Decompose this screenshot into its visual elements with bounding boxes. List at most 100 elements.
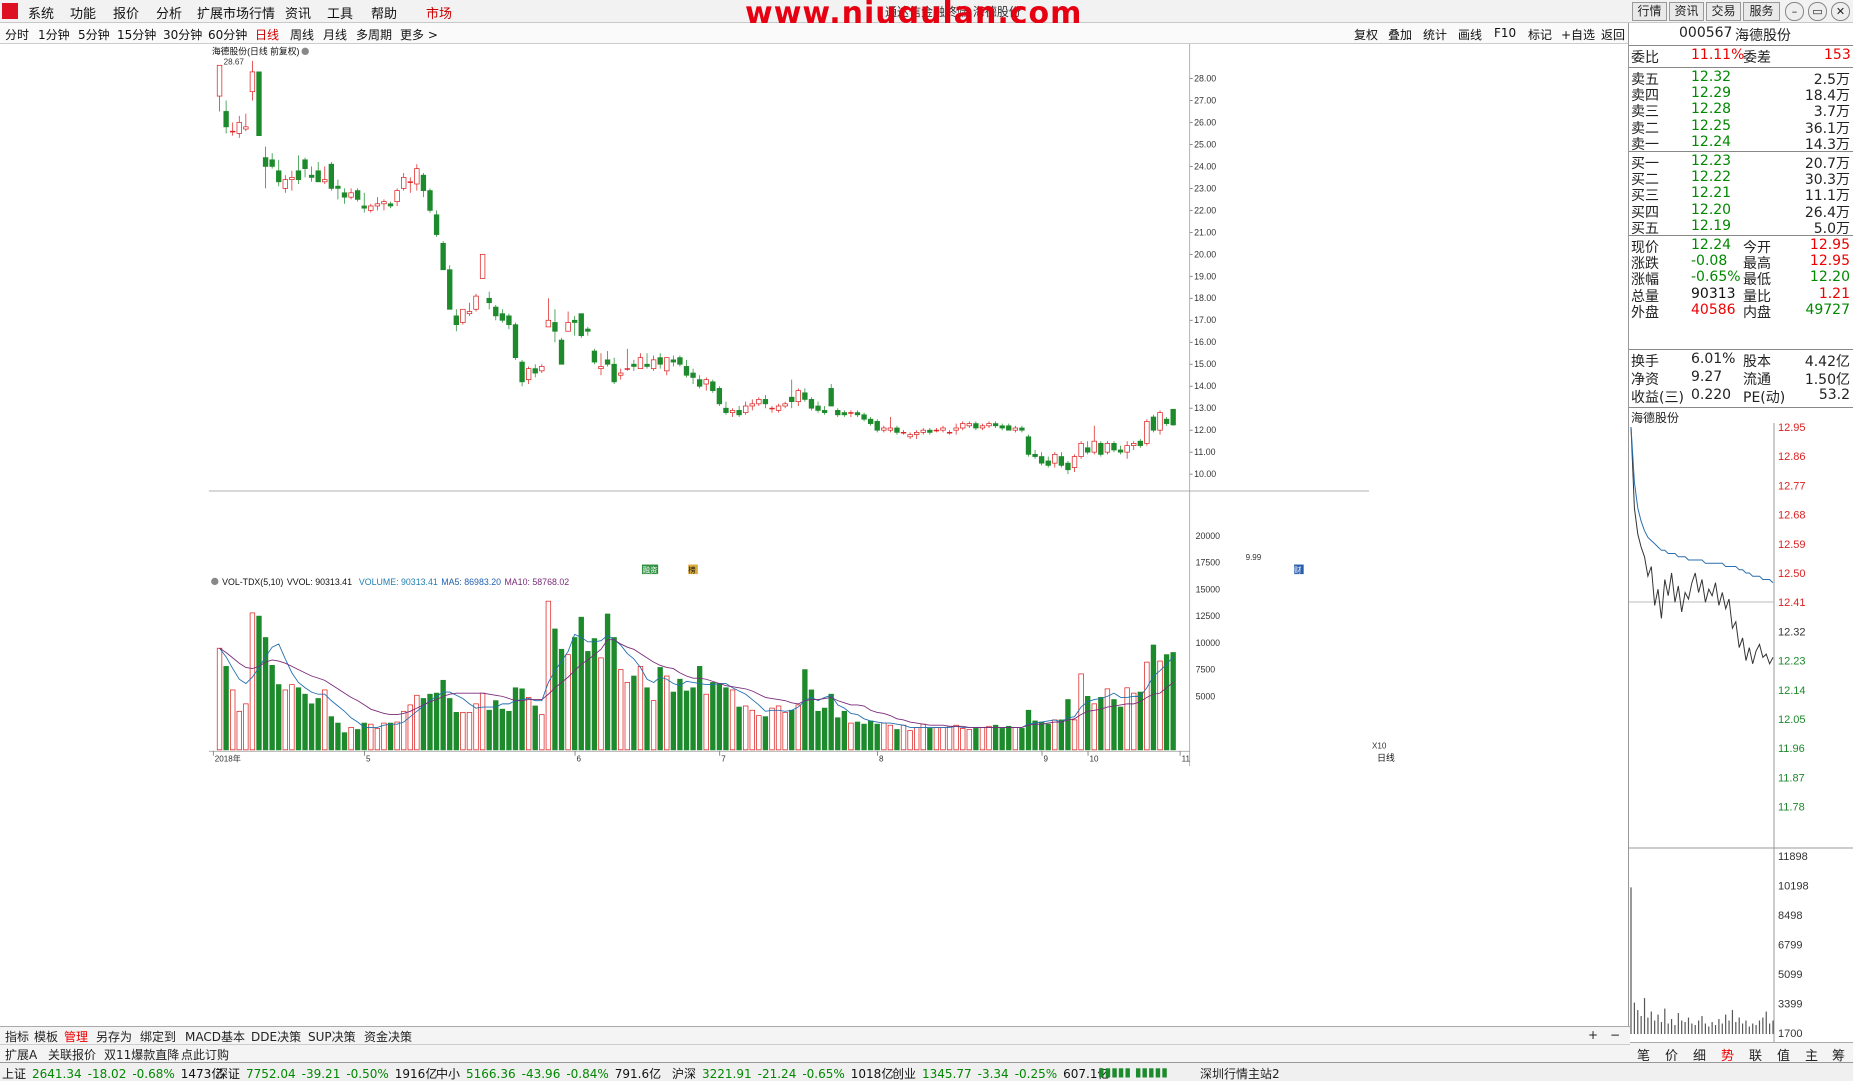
candle-body <box>979 425 986 429</box>
toolbar-f10-button[interactable]: F10 <box>1494 26 1516 40</box>
tab-sup[interactable]: SUP决策 <box>308 1028 356 1045</box>
candlestick-chart[interactable]: 28.00 27.00 26.00 25.00 24.00 23.00 22.00 21.00… <box>0 44 1578 766</box>
menu-item-quote[interactable]: 报价 <box>113 3 139 22</box>
zoom-in-icon[interactable]: + <box>1588 1028 1598 1042</box>
candle-body <box>927 429 933 433</box>
price-tick-label: 25.00 <box>1194 139 1216 149</box>
candle-body <box>992 423 999 427</box>
period-tab-daily[interactable]: 日线 <box>255 26 279 43</box>
index-quote-4[interactable]: 创业 1345.77 -3.34 -0.25% 607.1亿 <box>892 1065 1116 1082</box>
toolbar-add-watchlist-button[interactable]: +自选 <box>1561 26 1595 43</box>
volume-bar <box>841 710 848 751</box>
close-icon[interactable]: ✕ <box>1831 2 1850 21</box>
volume-settings-icon[interactable] <box>211 577 219 586</box>
weibi-label: 委比 <box>1631 50 1659 66</box>
mini-volume-tick: 5099 <box>1778 969 1802 981</box>
price-tick-label: 24.00 <box>1194 161 1216 171</box>
top-button-service[interactable]: 服务 <box>1743 2 1780 21</box>
menu-item-extended-market[interactable]: 扩展市场行情 <box>197 3 275 22</box>
tab-subscribe[interactable]: 点此订购 <box>181 1046 229 1063</box>
candle-body <box>867 418 874 424</box>
toolbar-fuquan-button[interactable]: 复权 <box>1354 26 1378 43</box>
fundamental-label: 换手 <box>1631 354 1659 370</box>
index-quote-3[interactable]: 沪深 3221.91 -21.24 -0.65% 1018亿 <box>672 1065 899 1082</box>
toolbar-overlay-button[interactable]: 叠加 <box>1388 26 1412 43</box>
menu-item-function[interactable]: 功能 <box>70 3 96 22</box>
candle-body <box>223 111 229 128</box>
period-tab-multi[interactable]: 多周期 <box>356 26 392 43</box>
toolbar-stats-button[interactable]: 统计 <box>1423 26 1447 43</box>
volume-bar <box>670 691 677 751</box>
server-name[interactable]: 深圳行情主站2 <box>1200 1065 1280 1082</box>
order-price: 12.29 <box>1691 85 1732 102</box>
tab-indicator[interactable]: 指标 <box>5 1028 29 1045</box>
price-tick-label: 27.00 <box>1194 95 1216 105</box>
fundamental-value: 0.220 <box>1691 387 1732 403</box>
fundamental-label: 流通 <box>1743 372 1771 388</box>
minimize-icon[interactable]: – <box>1785 2 1804 21</box>
period-tab-weekly[interactable]: 周线 <box>290 26 314 43</box>
tab-bind[interactable]: 绑定到 <box>140 1028 176 1045</box>
toolbar-draw-button[interactable]: 画线 <box>1458 26 1482 43</box>
weicha-value: 153 <box>1824 47 1851 63</box>
candles-layer <box>216 60 1176 475</box>
menu-item-analysis[interactable]: 分析 <box>156 3 182 22</box>
index-value: 5166.36 <box>466 1067 516 1081</box>
volume-bar <box>979 726 986 751</box>
chart-settings-icon[interactable] <box>301 47 309 56</box>
top-button-trade[interactable]: 交易 <box>1706 2 1741 21</box>
menu-item-news[interactable]: 资讯 <box>285 3 311 22</box>
index-quote-0[interactable]: 上证 2641.34 -18.02 -0.68% 1473亿 <box>2 1065 229 1082</box>
tab-extend-a[interactable]: 扩展A <box>5 1046 37 1063</box>
volume-bar <box>243 703 249 751</box>
period-tab-5min[interactable]: 5分钟 <box>78 26 110 43</box>
volume-bar <box>736 706 742 751</box>
sell-row[interactable]: 卖一 12.24 14.3万 <box>1629 134 1853 153</box>
candle-body <box>473 295 479 310</box>
intraday-mini-chart[interactable]: 12.95 12.86 12.77 12.68 12.59 12.50 12.41 12.32… <box>1629 423 1853 1042</box>
date-tick-label: 9 <box>1043 755 1048 764</box>
tab-dde[interactable]: DDE决策 <box>251 1028 301 1045</box>
toolbar-back-button[interactable]: 返回 <box>1601 26 1625 43</box>
period-tab-60min[interactable]: 60分钟 <box>208 26 247 43</box>
period-tab-1min[interactable]: 1分钟 <box>38 26 70 43</box>
candle-body <box>690 372 696 378</box>
stat-value: 12.20 <box>1809 269 1850 286</box>
marker-margin-label: 融资 <box>643 566 658 575</box>
period-tab-intraday[interactable]: 分时 <box>5 26 29 43</box>
tab-template[interactable]: 模板 <box>34 1028 58 1045</box>
period-tab-15min[interactable]: 15分钟 <box>117 26 156 43</box>
index-quote-2[interactable]: 中小 5166.36 -43.96 -0.84% 791.6亿 <box>436 1065 667 1082</box>
volume-bar <box>1012 726 1019 751</box>
tab-related-quote[interactable]: 关联报价 <box>48 1046 96 1063</box>
top-button-quote[interactable]: 行情 <box>1632 2 1667 21</box>
restore-icon[interactable]: ▭ <box>1808 2 1827 21</box>
candle-body <box>802 392 808 400</box>
period-tab-more[interactable]: 更多 > <box>400 26 438 43</box>
tab-manage[interactable]: 管理 <box>64 1028 88 1045</box>
tab-macd[interactable]: MACD基本 <box>185 1028 245 1045</box>
tab-fund[interactable]: 资金决策 <box>364 1028 412 1045</box>
volume-bar <box>519 688 525 751</box>
index-quote-1[interactable]: 深证 7752.04 -39.21 -0.50% 1916亿 <box>216 1065 443 1082</box>
tab-promo[interactable]: 双11爆款直降 <box>104 1046 179 1063</box>
period-tab-30min[interactable]: 30分钟 <box>163 26 202 43</box>
period-tab-monthly[interactable]: 月线 <box>323 26 347 43</box>
toolbar-mark-button[interactable]: 标记 <box>1528 26 1552 43</box>
index-change: -39.21 <box>301 1067 341 1081</box>
price-tick-label: 18.00 <box>1194 293 1216 303</box>
volume-bar <box>545 600 552 751</box>
volume-bar <box>1032 720 1038 751</box>
menu-item-system[interactable]: 系统 <box>28 3 54 22</box>
price-tick-label: 12.00 <box>1194 425 1216 435</box>
tab-save-as[interactable]: 另存为 <box>96 1028 132 1045</box>
candle-body <box>1104 443 1111 453</box>
menu-item-market[interactable]: 市场 <box>426 3 452 22</box>
menu-item-help[interactable]: 帮助 <box>371 3 397 22</box>
fundamental-label: 收益(三) <box>1631 390 1684 406</box>
menu-item-tools[interactable]: 工具 <box>327 3 353 22</box>
top-button-news[interactable]: 资讯 <box>1669 2 1704 21</box>
zoom-out-icon[interactable]: − <box>1610 1028 1620 1042</box>
buy-row[interactable]: 买五 12.19 5.0万 <box>1629 218 1853 237</box>
volume-bar <box>525 697 532 751</box>
